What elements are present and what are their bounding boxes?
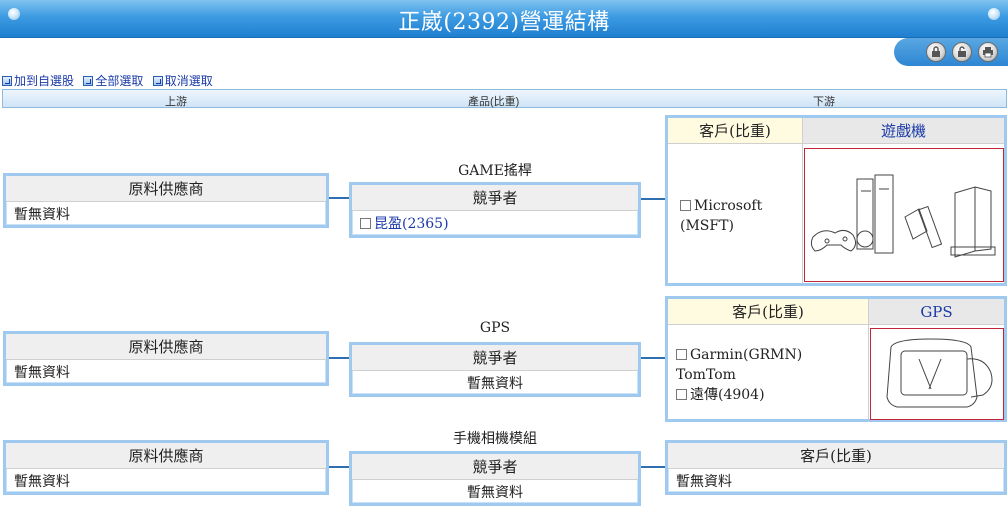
customer-header: 客戶(比重)	[668, 443, 1004, 469]
select-all-link[interactable]: 全部選取	[83, 74, 143, 88]
product-header-game: 遊戲機	[802, 118, 1004, 144]
downstream-header: 下游	[813, 96, 835, 108]
title-bar: 正崴(2392)營運結構	[0, 0, 1008, 38]
product-name: 手機相機模組	[453, 431, 537, 447]
product-name: GAME搖桿	[458, 163, 532, 179]
checkbox[interactable]	[360, 218, 371, 229]
supplier-box: 原料供應商 暫無資料	[3, 173, 329, 228]
competitor-value: 暫無資料	[467, 376, 523, 392]
customer-item[interactable]: 遠傳(4904)	[676, 385, 866, 405]
customer-item[interactable]: Microsoft (MSFT)	[670, 196, 800, 236]
action-links: 加到自選股 全部選取 取消選取	[2, 72, 219, 89]
customer-table: 客戶(比重) GPS Garmin(GRMN) TomTom 遠傳(4904)	[665, 296, 1007, 422]
customer-table: 客戶(比重) 遊戲機 Microsoft (MSFT)	[665, 115, 1007, 286]
competitor-header: 競爭者	[352, 454, 638, 480]
lock-icon[interactable]	[926, 42, 946, 62]
supplier-box: 原料供應商 暫無資料	[3, 331, 329, 386]
competitor-box: 競爭者 暫無資料	[349, 342, 641, 397]
add-to-watchlist-link[interactable]: 加到自選股	[2, 74, 74, 88]
supplier-value: 暫無資料	[14, 474, 70, 490]
product-header: 產品(比重)	[468, 96, 520, 108]
customer-header: 客戶(比重)	[668, 299, 868, 325]
supplier-header: 原料供應商	[6, 334, 326, 360]
customer-value: 暫無資料	[676, 474, 732, 490]
arrow-icon	[152, 76, 163, 86]
connector-line	[641, 198, 665, 200]
supplier-value: 暫無資料	[14, 365, 70, 381]
page-title: 正崴(2392)營運結構	[398, 10, 610, 35]
corner-dot-icon	[988, 8, 1000, 20]
connector-line	[329, 466, 349, 468]
competitor-box: 競爭者 暫無資料	[349, 451, 641, 506]
competitor-box: 競爭者 昆盈(2365)	[349, 182, 641, 238]
connector-line	[641, 357, 665, 359]
product-header-gps: GPS	[868, 299, 1004, 325]
column-header: 上游 產品(比重) 下游	[2, 89, 1007, 108]
customer-header: 客戶(比重)	[668, 118, 802, 144]
checkbox[interactable]	[676, 389, 687, 400]
customer-item[interactable]: Garmin(GRMN)	[676, 345, 866, 365]
customer-box: 客戶(比重) 暫無資料	[665, 440, 1007, 495]
unlock-icon[interactable]	[952, 42, 972, 62]
supplier-header: 原料供應商	[6, 176, 326, 202]
arrow-icon	[83, 76, 94, 86]
supplier-header: 原料供應商	[6, 443, 326, 469]
competitor-header: 競爭者	[352, 185, 638, 211]
icon-toolbar	[894, 38, 1008, 66]
competitor-value: 暫無資料	[467, 485, 523, 501]
competitor-item[interactable]: 昆盈(2365)	[352, 211, 638, 237]
divider	[802, 118, 803, 283]
checkbox[interactable]	[676, 349, 687, 360]
customer-list: Garmin(GRMN) TomTom 遠傳(4904)	[676, 345, 866, 405]
game-console-image	[804, 148, 1004, 282]
checkbox[interactable]	[680, 200, 691, 211]
product-name: GPS	[479, 320, 511, 336]
connector-line	[329, 357, 349, 359]
gps-device-image	[870, 328, 1004, 420]
deselect-all-link[interactable]: 取消選取	[152, 74, 213, 88]
competitor-header: 競爭者	[352, 345, 638, 371]
connector-line	[329, 197, 349, 199]
supplier-value: 暫無資料	[14, 207, 70, 223]
divider	[868, 299, 869, 419]
arrow-icon	[2, 76, 12, 86]
supplier-box: 原料供應商 暫無資料	[3, 440, 329, 495]
customer-item: TomTom	[676, 367, 736, 383]
connector-line	[641, 466, 665, 468]
upstream-header: 上游	[165, 96, 187, 108]
print-icon[interactable]	[978, 42, 998, 62]
